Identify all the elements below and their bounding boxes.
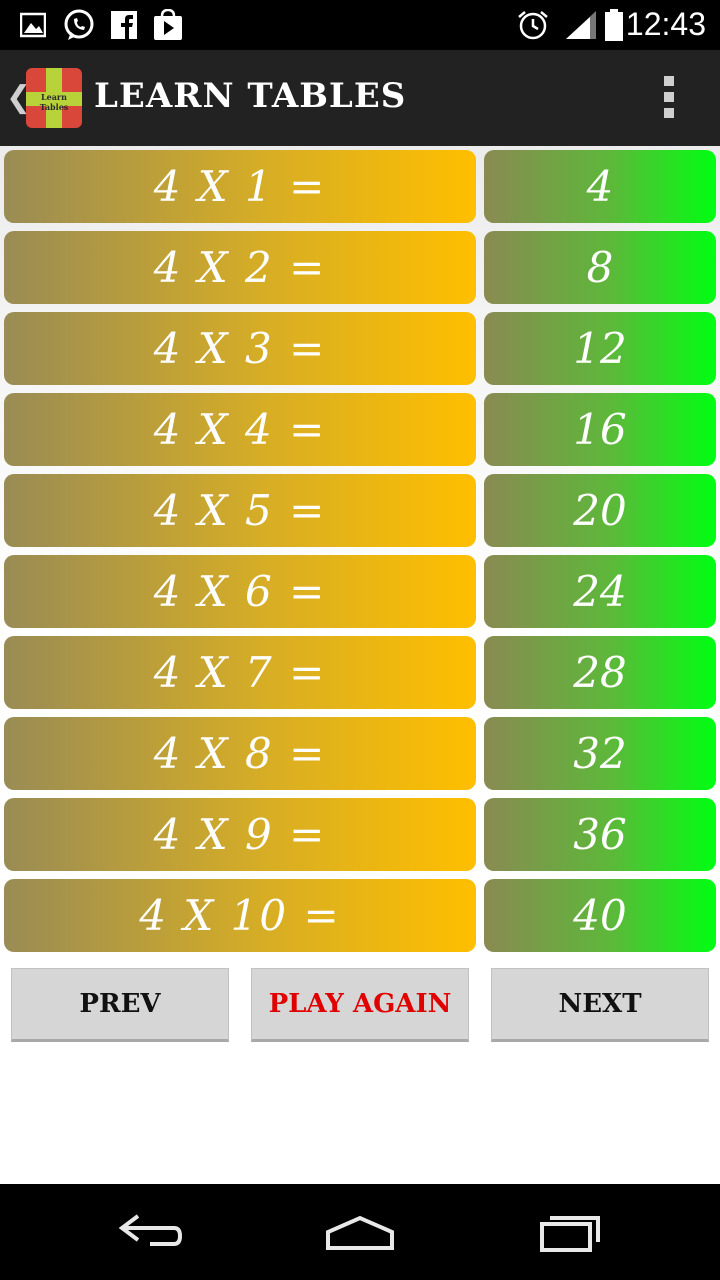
- expression-cell[interactable]: 4 X 4 =: [4, 393, 476, 466]
- status-time: 12:43: [625, 6, 706, 42]
- play-again-button[interactable]: PLAY AGAIN: [251, 968, 469, 1042]
- app-logo[interactable]: Learn Tables: [26, 68, 82, 128]
- table-row: 4 X 3 = 12: [4, 312, 716, 385]
- expression-cell[interactable]: 4 X 9 =: [4, 798, 476, 871]
- recent-apps-icon[interactable]: [530, 1204, 610, 1260]
- app-title: LEARN TABLES: [94, 76, 407, 116]
- answer-cell[interactable]: 36: [484, 798, 716, 871]
- logo-text: Learn Tables: [39, 92, 69, 112]
- answer-cell[interactable]: 32: [484, 717, 716, 790]
- navigation-bar: [0, 1184, 720, 1280]
- expression-cell[interactable]: 4 X 6 =: [4, 555, 476, 628]
- answer-cell[interactable]: 28: [484, 636, 716, 709]
- back-icon[interactable]: [110, 1204, 190, 1260]
- answer-cell[interactable]: 4: [484, 150, 716, 223]
- answer-cell[interactable]: 12: [484, 312, 716, 385]
- expression-cell[interactable]: 4 X 3 =: [4, 312, 476, 385]
- table-row: 4 X 4 = 16: [4, 393, 716, 466]
- expression-cell[interactable]: 4 X 1 =: [4, 150, 476, 223]
- expression-cell[interactable]: 4 X 8 =: [4, 717, 476, 790]
- table-row: 4 X 9 = 36: [4, 798, 716, 871]
- table-row: 4 X 10 = 40: [4, 879, 716, 952]
- table-row: 4 X 7 = 28: [4, 636, 716, 709]
- expression-cell[interactable]: 4 X 5 =: [4, 474, 476, 547]
- table-row: 4 X 8 = 32: [4, 717, 716, 790]
- gallery-icon: [20, 12, 46, 38]
- expression-cell[interactable]: 4 X 7 =: [4, 636, 476, 709]
- status-bar: 12:43: [0, 0, 720, 50]
- expression-cell[interactable]: 4 X 2 =: [4, 231, 476, 304]
- whatsapp-icon: [64, 9, 94, 40]
- answer-cell[interactable]: 24: [484, 555, 716, 628]
- table-row: 4 X 6 = 24: [4, 555, 716, 628]
- play-store-icon: [154, 9, 182, 40]
- action-bar: ❮ Learn Tables LEARN TABLES: [0, 50, 720, 146]
- table-row: 4 X 5 = 20: [4, 474, 716, 547]
- alarm-icon: [518, 11, 548, 40]
- overflow-menu-icon[interactable]: [664, 76, 676, 120]
- answer-cell[interactable]: 16: [484, 393, 716, 466]
- next-button[interactable]: NEXT: [491, 968, 709, 1042]
- answer-cell[interactable]: 20: [484, 474, 716, 547]
- prev-button[interactable]: PREV: [11, 968, 229, 1042]
- signal-icon: [566, 11, 596, 39]
- home-icon[interactable]: [320, 1204, 400, 1260]
- table-row: 4 X 2 = 8: [4, 231, 716, 304]
- table-row: 4 X 1 = 4: [4, 150, 716, 223]
- answer-cell[interactable]: 40: [484, 879, 716, 952]
- battery-icon: [605, 9, 623, 41]
- table-content: 4 X 1 = 4 4 X 2 = 8 4 X 3 = 12 4 X 4 = 1…: [0, 146, 720, 1184]
- facebook-icon: [111, 11, 137, 39]
- answer-cell[interactable]: 8: [484, 231, 716, 304]
- expression-cell[interactable]: 4 X 10 =: [4, 879, 476, 952]
